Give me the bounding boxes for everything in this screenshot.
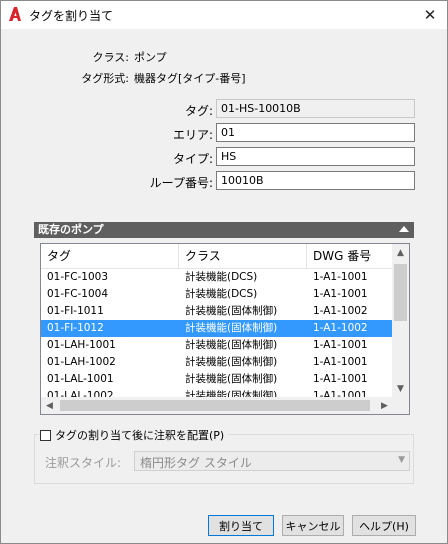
existing-pumps-header[interactable]: 既存のポンプ <box>34 222 414 238</box>
column-header-class[interactable]: クラス <box>179 244 307 268</box>
column-header-dwg[interactable]: DWG 番号 <box>307 244 393 268</box>
autocad-app-icon <box>9 7 21 21</box>
cell-class: 計装機能(固体制御) <box>185 373 278 385</box>
annotation-style-value: 楕円形タグ スタイル <box>140 456 252 470</box>
vertical-scroll-thumb[interactable] <box>394 264 407 321</box>
table-row[interactable]: 01-FI-1012 計装機能(固体制御) 1-A1-1002 <box>41 320 393 337</box>
window-title: タグを割り当て <box>29 9 114 23</box>
horizontal-scroll-thumb[interactable] <box>60 400 370 411</box>
annotate-checkbox-row[interactable]: タグの割り当て後に注釈を配置(P) <box>40 427 229 443</box>
scroll-down-icon[interactable]: ▼ <box>392 380 409 397</box>
cell-dwg: 1-A1-1001 <box>313 390 368 397</box>
loop-number-field[interactable]: 10010B <box>216 171 415 190</box>
cell-tag: 01-FC-1004 <box>47 288 109 300</box>
cancel-button[interactable]: キャンセル <box>282 515 344 536</box>
table-row[interactable]: 01-LAH-1001 計装機能(固体制御) 1-A1-1001 <box>41 337 393 354</box>
tag-format-label: タグ形式: <box>81 72 129 85</box>
cell-tag: 01-FI-1012 <box>47 322 104 334</box>
annotate-checkbox[interactable] <box>40 429 51 441</box>
cell-tag: 01-FC-1003 <box>47 271 109 283</box>
cell-class: 計装機能(固体制御) <box>185 339 278 351</box>
annotation-style-select: 楕円形タグ スタイル ▼ <box>134 451 410 471</box>
tag-label: タグ: <box>184 104 213 118</box>
table-row[interactable]: 01-LAL-1002 計装機能(固体制御) 1-A1-1001 <box>41 388 393 397</box>
type-label: タイプ: <box>172 152 213 166</box>
cell-tag: 01-LAH-1002 <box>47 356 116 368</box>
cell-dwg: 1-A1-1002 <box>313 305 368 317</box>
cell-dwg: 1-A1-1001 <box>313 339 368 351</box>
cell-tag: 01-LAL-1001 <box>47 373 114 385</box>
table-row[interactable]: 01-FC-1003 計装機能(DCS) 1-A1-1001 <box>41 269 393 286</box>
list-rows: 01-FC-1003 計装機能(DCS) 1-A1-1001 01-FC-1004 計装… <box>41 269 393 397</box>
cell-class: 計装機能(固体制御) <box>185 322 278 334</box>
class-label: クラス: <box>92 51 130 64</box>
scroll-left-icon[interactable]: ◀ <box>41 397 58 414</box>
scroll-right-icon[interactable]: ▶ <box>376 397 393 414</box>
tag-format-value: 機器タグ[タイプ-番号] <box>134 72 246 85</box>
cell-dwg: 1-A1-1001 <box>313 288 368 300</box>
assign-button[interactable]: 割り当て <box>208 515 274 536</box>
scroll-up-icon[interactable]: ▲ <box>392 244 409 261</box>
cell-class: 計装機能(固体制御) <box>185 305 278 317</box>
scrollbar-corner <box>392 397 409 414</box>
list-header: タグ クラス DWG 番号 <box>41 244 393 269</box>
cell-tag: 01-LAH-1001 <box>47 339 116 351</box>
table-row[interactable]: 01-FI-1011 計装機能(固体制御) 1-A1-1002 <box>41 303 393 320</box>
cell-dwg: 1-A1-1001 <box>313 271 368 283</box>
cell-class: 計装機能(固体制御) <box>185 390 278 397</box>
cell-dwg: 1-A1-1001 <box>313 373 368 385</box>
annotate-checkbox-label[interactable]: タグの割り当て後に注釈を配置(P) <box>55 427 224 443</box>
annotation-style-label: 注釈スタイル: <box>45 456 122 470</box>
horizontal-scrollbar[interactable]: ◀ ▶ <box>41 397 393 414</box>
chevron-down-icon: ▼ <box>398 455 405 465</box>
collapse-icon[interactable] <box>399 226 409 232</box>
existing-pumps-list[interactable]: タグ クラス DWG 番号 01-FC-1003 計装機能(DCS) 1-A1-10… <box>40 243 410 415</box>
area-field[interactable]: 01 <box>216 123 415 142</box>
cell-tag: 01-FI-1011 <box>47 305 104 317</box>
loop-number-label: ループ番号: <box>149 176 213 190</box>
cell-class: 計装機能(固体制御) <box>185 356 278 368</box>
assign-tag-dialog: タグを割り当て ✕ クラス: ポンプ タグ形式: 機器タグ[タイプ-番号] タグ… <box>0 0 448 544</box>
column-header-tag[interactable]: タグ <box>41 244 179 268</box>
table-row[interactable]: 01-LAL-1001 計装機能(固体制御) 1-A1-1001 <box>41 371 393 388</box>
area-label: エリア: <box>172 128 213 142</box>
cell-class: 計装機能(DCS) <box>185 271 258 283</box>
help-button[interactable]: ヘルプ(H) <box>352 515 416 536</box>
class-value: ポンプ <box>134 51 167 64</box>
cell-dwg: 1-A1-1001 <box>313 356 368 368</box>
tag-field: 01-HS-10010B <box>216 99 415 118</box>
vertical-scrollbar[interactable]: ▲ ▼ <box>392 244 409 397</box>
cell-class: 計装機能(DCS) <box>185 288 258 300</box>
section-title: 既存のポンプ <box>38 223 104 236</box>
title-bar: タグを割り当て ✕ <box>1 1 447 29</box>
table-row[interactable]: 01-FC-1004 計装機能(DCS) 1-A1-1001 <box>41 286 393 303</box>
table-row[interactable]: 01-LAH-1002 計装機能(固体制御) 1-A1-1001 <box>41 354 393 371</box>
type-field[interactable]: HS <box>216 147 415 166</box>
cell-tag: 01-LAL-1002 <box>47 390 114 397</box>
close-icon[interactable]: ✕ <box>417 4 443 26</box>
cell-dwg: 1-A1-1002 <box>313 322 368 334</box>
